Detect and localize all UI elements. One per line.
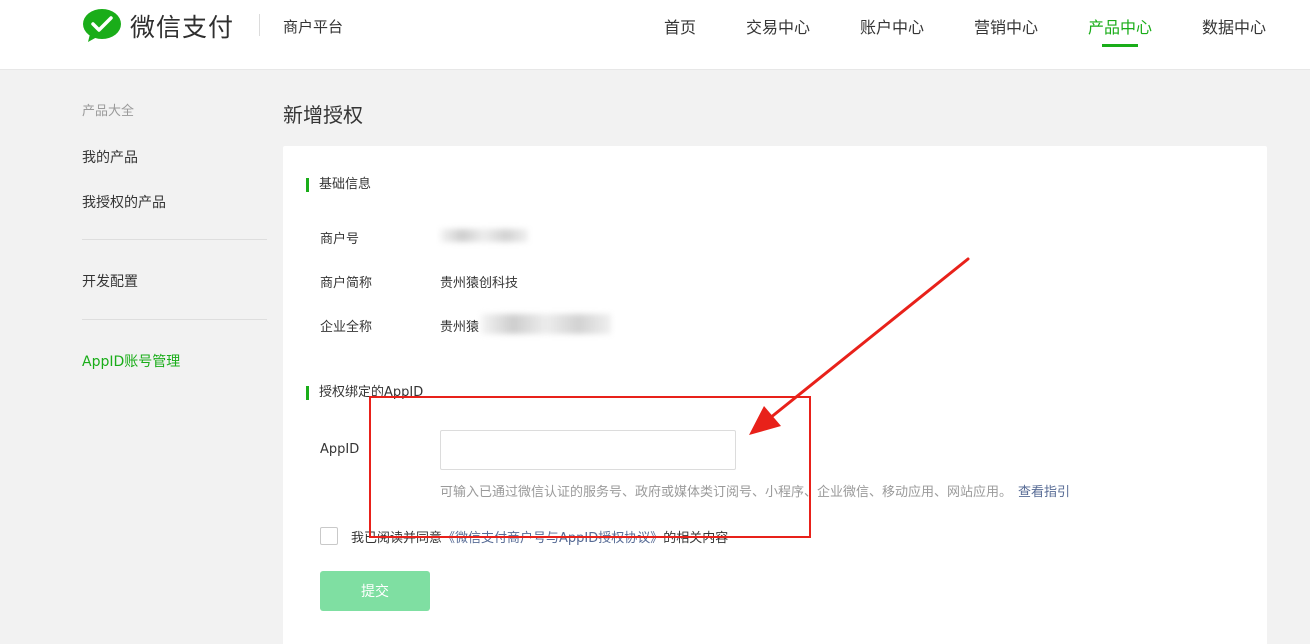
authorization-form-panel: 基础信息 商户号 商户简称 贵州猿创科技 企业全称 贵州猿 授权绑定的AppID…: [283, 146, 1267, 644]
section-basic-info: 基础信息: [306, 177, 371, 193]
page-title: 新增授权: [283, 103, 363, 127]
full-name-label: 企业全称: [320, 320, 373, 335]
full-name-value: 贵州猿: [440, 320, 480, 335]
sidebar-item-my-products[interactable]: 我的产品: [82, 147, 138, 167]
nav-trade-center[interactable]: 交易中心: [746, 14, 810, 38]
sidebar-item-dev-config[interactable]: 开发配置: [82, 271, 138, 291]
appid-hint-text: 可输入已通过微信认证的服务号、政府或媒体类订阅号、小程序、企业微信、移动应用、网…: [440, 485, 1013, 500]
section-accent-bar: [306, 178, 309, 192]
nav-product-center[interactable]: 产品中心: [1088, 14, 1152, 38]
short-name-label: 商户简称: [320, 276, 373, 291]
short-name-value: 贵州猿创科技: [440, 276, 519, 291]
view-guide-link[interactable]: 查看指引: [1018, 485, 1070, 500]
top-header: 微信支付 商户平台 首页 交易中心 账户中心 营销中心 产品中心 数据中心: [0, 0, 1310, 70]
agreement-checkbox[interactable]: [320, 527, 338, 545]
merchant-id-label: 商户号: [320, 232, 360, 247]
sidebar-divider: [82, 239, 267, 240]
sidebar: 产品大全 我的产品 我授权的产品 开发配置 AppID账号管理: [82, 100, 267, 370]
sidebar-item-authorized-products[interactable]: 我授权的产品: [82, 192, 166, 212]
nav-home[interactable]: 首页: [664, 14, 696, 38]
appid-hint: 可输入已通过微信认证的服务号、政府或媒体类订阅号、小程序、企业微信、移动应用、网…: [440, 481, 1070, 500]
section-accent-bar: [306, 386, 309, 400]
agreement-link[interactable]: 《微信支付商户号与AppID授权协议》: [442, 531, 663, 546]
sidebar-title: 产品大全: [82, 104, 135, 119]
agreement-text: 我已阅读并同意《微信支付商户号与AppID授权协议》的相关内容: [351, 527, 728, 546]
sidebar-item-appid-management[interactable]: AppID账号管理: [82, 351, 180, 371]
sidebar-divider: [82, 319, 267, 320]
merchant-id-redacted: [440, 229, 528, 242]
agreement-prefix: 我已阅读并同意: [351, 531, 443, 546]
agreement-suffix: 的相关内容: [663, 531, 729, 546]
nav-account-center[interactable]: 账户中心: [860, 14, 924, 38]
appid-label: AppID: [320, 442, 360, 457]
nav-marketing-center[interactable]: 营销中心: [974, 14, 1038, 38]
section-bind-appid-title: 授权绑定的AppID: [319, 385, 424, 400]
section-bind-appid: 授权绑定的AppID: [306, 385, 423, 401]
top-nav: 首页 交易中心 账户中心 营销中心 产品中心 数据中心: [0, 14, 1310, 70]
section-basic-info-title: 基础信息: [319, 177, 372, 192]
submit-button[interactable]: 提交: [320, 571, 430, 611]
active-nav-indicator: [1102, 44, 1138, 47]
appid-input[interactable]: [440, 430, 736, 470]
full-name-redacted: [481, 314, 611, 334]
nav-data-center[interactable]: 数据中心: [1202, 14, 1266, 38]
